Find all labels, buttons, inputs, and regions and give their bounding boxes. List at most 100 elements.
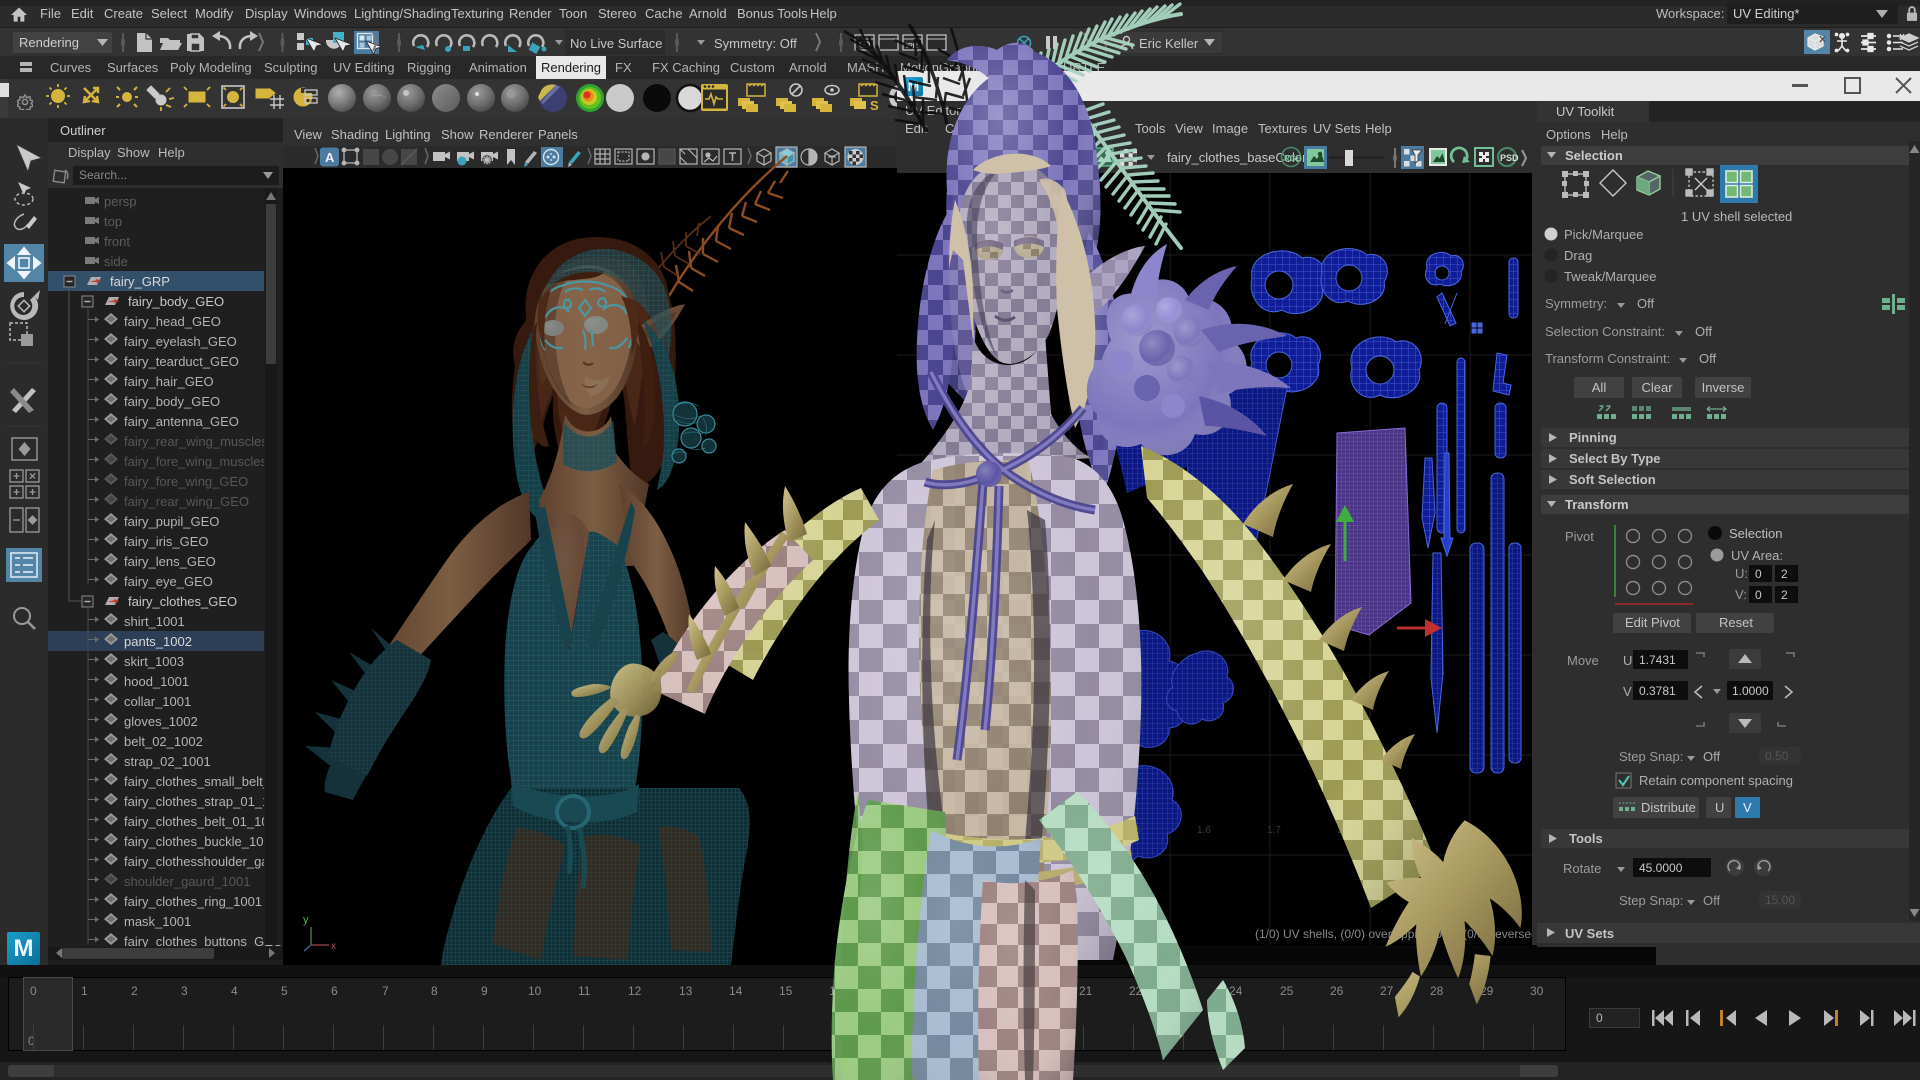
svg-text:17: 17: [879, 984, 893, 998]
svg-text:(1/0) UV shells, (0/0) overlap: (1/0) UV shells, (0/0) overlapping UVs, …: [1255, 927, 1532, 941]
svg-text:Tweak/Marquee: Tweak/Marquee: [1564, 269, 1657, 284]
svg-text:fairy_clothes_buckle_1002: fairy_clothes_buckle_1002: [124, 834, 278, 849]
svg-text:Pick/Marquee: Pick/Marquee: [1564, 227, 1643, 242]
svg-text:fairy_eyelash_GEO: fairy_eyelash_GEO: [124, 334, 237, 349]
svg-text:fairy_antenna_GEO: fairy_antenna_GEO: [124, 414, 239, 429]
svg-text:top: top: [104, 214, 122, 229]
svg-text:RGB: RGB: [1284, 154, 1302, 163]
svg-text:PSD: PSD: [1500, 153, 1519, 163]
svg-text:10: 10: [528, 984, 542, 998]
svg-text:x: x: [331, 941, 336, 952]
svg-text:V: V: [1623, 684, 1632, 699]
svg-text:U: U: [1715, 800, 1724, 815]
svg-text:0.3781: 0.3781: [1639, 684, 1676, 698]
svg-text:25: 25: [1280, 984, 1294, 998]
svg-text:Symmetry:: Symmetry:: [1545, 296, 1607, 311]
svg-text:1.6: 1.6: [1197, 825, 1211, 836]
svg-text:fairy_clothes_strap_01_1001: fairy_clothes_strap_01_1001: [124, 794, 283, 809]
svg-text:shirt_1001: shirt_1001: [124, 614, 185, 629]
svg-text:0: 0: [1755, 588, 1762, 602]
svg-text:45.0000: 45.0000: [1639, 861, 1683, 875]
svg-text:fairy_rear_wing_muscles_GEO: fairy_rear_wing_muscles_GEO: [124, 434, 283, 449]
svg-text:6: 6: [331, 984, 338, 998]
svg-text:fairy_eye_GEO: fairy_eye_GEO: [124, 574, 213, 589]
svg-text:7: 7: [382, 984, 389, 998]
svg-text:22: 22: [1129, 984, 1143, 998]
svg-text:1.7431: 1.7431: [1639, 653, 1676, 667]
svg-text:8: 8: [431, 984, 438, 998]
svg-text:28: 28: [1430, 984, 1444, 998]
svg-text:fairy_fore_wing_muscles_GEO: fairy_fore_wing_muscles_GEO: [124, 454, 283, 469]
svg-text:1.7: 1.7: [1267, 825, 1281, 836]
svg-text:fairy_clothesshoulder_gaurd_: fairy_clothesshoulder_gaurd_: [124, 854, 283, 869]
svg-text:fairy_body_GEO: fairy_body_GEO: [128, 294, 224, 309]
svg-text:24: 24: [1229, 984, 1243, 998]
svg-text:S: S: [870, 98, 879, 113]
svg-text:Edit Pivot: Edit Pivot: [1625, 615, 1680, 630]
svg-text:fairy_clothes_belt_01_1002: fairy_clothes_belt_01_1002: [124, 814, 283, 829]
svg-text:27: 27: [1380, 984, 1394, 998]
svg-text:Selection: Selection: [1729, 526, 1782, 541]
svg-text:V: V: [1743, 800, 1752, 815]
svg-text:Clear: Clear: [1641, 380, 1673, 395]
svg-text:3: 3: [181, 984, 188, 998]
svg-text:Pinning: Pinning: [1569, 430, 1617, 445]
svg-text:9: 9: [481, 984, 488, 998]
svg-text:4: 4: [231, 984, 238, 998]
svg-text:fairy_clothes_small_belt_1002: fairy_clothes_small_belt_1002: [124, 774, 283, 789]
svg-text:strap_02_1001: strap_02_1001: [124, 754, 211, 769]
svg-text:shoulder_gaurd_1001: shoulder_gaurd_1001: [124, 874, 251, 889]
svg-text:1.0000: 1.0000: [1732, 684, 1769, 698]
svg-text:13: 13: [679, 984, 693, 998]
svg-text:All: All: [1592, 380, 1607, 395]
svg-text:Retain component spacing: Retain component spacing: [1639, 773, 1793, 788]
svg-text:fairy_fore_wing_GEO: fairy_fore_wing_GEO: [124, 474, 248, 489]
svg-text:Step Snap:: Step Snap:: [1619, 749, 1683, 764]
svg-text:mask_1001: mask_1001: [124, 914, 191, 929]
svg-text:1.8: 1.8: [1337, 825, 1351, 836]
svg-text:Transform Constraint:: Transform Constraint:: [1545, 351, 1670, 366]
svg-text:Selection Constraint:: Selection Constraint:: [1545, 324, 1665, 339]
svg-text:Selection: Selection: [1565, 148, 1623, 163]
svg-text:12: 12: [628, 984, 642, 998]
svg-text:collar_1001: collar_1001: [124, 694, 191, 709]
svg-text:18: 18: [929, 984, 943, 998]
svg-text:2: 2: [1781, 588, 1788, 602]
svg-text:29: 29: [1480, 984, 1494, 998]
svg-text:Pivot: Pivot: [1565, 529, 1594, 544]
svg-text:Off: Off: [1695, 324, 1712, 339]
svg-text:A: A: [325, 150, 335, 165]
svg-text:Off: Off: [1699, 351, 1716, 366]
svg-text:UV Sets: UV Sets: [1565, 926, 1614, 941]
svg-text:hood_1001: hood_1001: [124, 674, 189, 689]
svg-text:5: 5: [281, 984, 288, 998]
svg-text:1.5: 1.5: [1127, 825, 1141, 836]
svg-text:fairy_clothes_GEO: fairy_clothes_GEO: [128, 594, 237, 609]
svg-text:23: 23: [1179, 984, 1193, 998]
svg-text:2: 2: [131, 984, 138, 998]
svg-text:Off: Off: [1703, 749, 1720, 764]
svg-text:fairy_iris_GEO: fairy_iris_GEO: [124, 534, 209, 549]
svg-text:fairy_head_GEO: fairy_head_GEO: [124, 314, 221, 329]
svg-text:14: 14: [729, 984, 743, 998]
svg-text:fairy_pupil_GEO: fairy_pupil_GEO: [124, 514, 219, 529]
svg-text:16: 16: [829, 984, 843, 998]
svg-text:Rotate: Rotate: [1563, 861, 1601, 876]
svg-text:1 UV shell selected: 1 UV shell selected: [1681, 209, 1792, 224]
svg-text:19: 19: [979, 984, 993, 998]
svg-text:fairy_rear_wing_GEO: fairy_rear_wing_GEO: [124, 494, 249, 509]
svg-text:Soft Selection: Soft Selection: [1569, 472, 1656, 487]
svg-text:0: 0: [1755, 567, 1762, 581]
svg-text:Off: Off: [1637, 296, 1654, 311]
svg-text:y: y: [303, 914, 309, 926]
svg-text:21: 21: [1079, 984, 1093, 998]
svg-text:Off: Off: [1703, 893, 1720, 908]
svg-text:20: 20: [1029, 984, 1043, 998]
svg-text:Tools: Tools: [1569, 831, 1603, 846]
svg-text:fairy_body_GEO: fairy_body_GEO: [124, 394, 220, 409]
svg-text:side: side: [104, 254, 128, 269]
svg-text:skirt_1003: skirt_1003: [124, 654, 184, 669]
svg-text:fairy_clothes_buttons_GEO: fairy_clothes_buttons_GEO: [124, 934, 283, 949]
svg-text:Reset: Reset: [1719, 615, 1753, 630]
svg-text:Transform: Transform: [1565, 497, 1629, 512]
